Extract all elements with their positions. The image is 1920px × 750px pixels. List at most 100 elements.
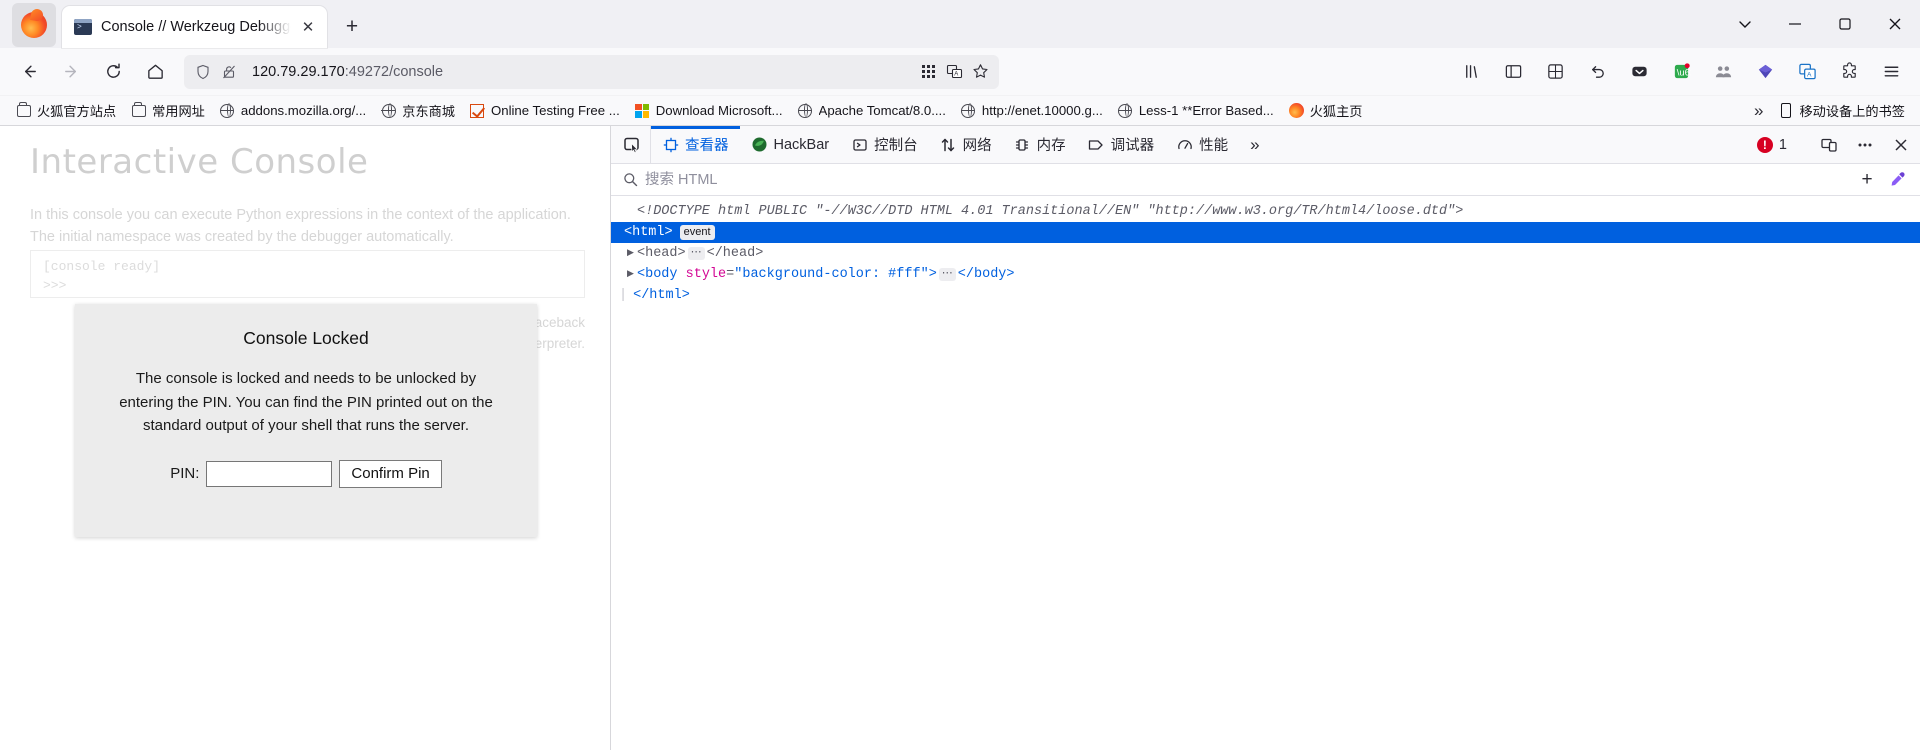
error-count-label: 1 [1778,136,1787,153]
close-window-button[interactable] [1870,0,1920,48]
console-ready-text: [console ready] [43,259,161,274]
tab-hackbar[interactable]: HackBar [740,126,841,163]
svg-text:\u6293: \u6293 [1676,67,1690,78]
markup-line-doctype[interactable]: <!DOCTYPE html PUBLIC "-//W3C//DTD HTML … [611,201,1920,222]
bookmark-label: 京东商城 [402,104,455,119]
bookmark-item[interactable]: http://enet.10000.g... [953,100,1110,121]
bookmark-label: http://enet.10000.g... [981,103,1103,118]
globe-icon [219,102,236,119]
checkbox-icon [469,102,486,119]
browser-tab[interactable]: Console // Werkzeug Debugger ✕ [62,6,327,48]
bookmark-item[interactable]: 火狐官方站点 [8,99,123,122]
page-title: Interactive Console [30,142,369,182]
element-picker-icon[interactable] [613,126,651,163]
expand-twisty-icon[interactable]: ▶ [624,243,637,264]
collapsed-children-icon[interactable]: ⋯ [687,247,705,260]
devtools-more-tabs-button[interactable]: » [1239,126,1270,163]
eyedropper-icon[interactable] [1882,171,1912,188]
body-style-attr-name[interactable]: style [686,264,727,285]
inspector-icon [662,136,679,153]
tab-performance[interactable]: 性能 [1165,126,1239,163]
devtools-toolbar: 查看器 HackBar 控制台 网络 内存 调试器 性能 » ! 1 [611,126,1920,164]
grab-icon[interactable]: \u6293 [1663,55,1699,89]
search-icon [619,172,641,187]
page-intro-text: In this console you can execute Python e… [30,207,571,245]
more-options-icon[interactable] [1848,126,1882,164]
mobile-bookmarks-label: 移动设备上的书签 [1799,104,1906,119]
hamburger-menu-icon[interactable] [1873,55,1909,89]
library-icon[interactable] [1453,55,1489,89]
gem-icon[interactable] [1747,55,1783,89]
markup-line-html[interactable]: <html> event [611,222,1920,243]
tab-inspector[interactable]: 查看器 [651,126,740,163]
responsive-design-mode-icon[interactable] [1812,126,1846,164]
chevron-double-right-icon: » [1754,100,1764,120]
expand-twisty-icon[interactable]: ▶ [624,264,637,285]
event-badge[interactable]: event [679,225,715,240]
search-html-input[interactable] [641,170,1852,189]
markup-view: <!DOCTYPE html PUBLIC "-//W3C//DTD HTML … [611,196,1920,750]
shield-icon[interactable] [190,59,216,85]
bookmark-label: 常用网址 [152,104,205,119]
tab-close-icon[interactable]: ✕ [297,16,319,38]
tab-debugger-label: 调试器 [1110,138,1155,154]
body-style-attr-value[interactable]: "background-color: #fff" [734,264,928,285]
debugger-icon [1088,136,1105,153]
url-bar-actions: A [915,59,993,85]
forward-button[interactable] [53,55,89,89]
container-icon[interactable] [1537,55,1573,89]
collapsed-children-icon[interactable]: ⋯ [938,268,956,281]
markup-line-head[interactable]: ▶ <head> ⋯ </head> [611,243,1920,264]
star-icon[interactable] [967,59,993,85]
people-icon[interactable] [1705,55,1741,89]
tab-memory[interactable]: 内存 [1003,126,1077,163]
bookmark-item[interactable]: 常用网址 [123,99,212,122]
markup-line-body[interactable]: ▶ <body style = "background-color: #fff"… [611,264,1920,285]
console-output-box[interactable]: [console ready] >>> [30,250,585,298]
window-controls [1720,0,1920,48]
devtools-panel: 查看器 HackBar 控制台 网络 内存 调试器 性能 » ! 1 搜索 HT… [611,126,1920,750]
confirm-pin-button[interactable]: Confirm Pin [339,459,442,488]
list-all-tabs-icon[interactable] [1720,0,1770,48]
globe-icon [1117,102,1134,119]
bookmark-item[interactable]: Less-1 **Error Based... [1110,100,1281,121]
translate-alt-icon[interactable]: A [1789,55,1825,89]
extensions-icon[interactable] [1831,55,1867,89]
tab-hackbar-label: HackBar [773,136,830,153]
bookmark-item[interactable]: 京东商城 [373,99,462,122]
tab-network[interactable]: 网络 [929,126,1003,163]
markup-search-bar: + [611,164,1920,196]
error-count-badge[interactable]: ! 1 [1751,136,1799,153]
markup-line-html-close[interactable]: | </html> [611,285,1920,306]
bookmark-item[interactable]: Online Testing Free ... [462,100,627,121]
pocket-icon[interactable] [1621,55,1657,89]
qr-icon[interactable] [915,59,941,85]
translate-icon[interactable]: A [941,59,967,85]
bookmarks-overflow-button[interactable]: » [1747,99,1770,123]
url-bar[interactable]: 120.79.29.170:49272/console A [184,54,999,89]
folder-icon [15,102,32,119]
minimize-button[interactable] [1770,0,1820,48]
maximize-button[interactable] [1820,0,1870,48]
new-tab-button[interactable]: + [335,10,369,44]
reload-button[interactable] [95,55,131,89]
head-open-tag: <head> [637,246,686,261]
pin-input[interactable] [206,460,333,487]
add-new-node-button[interactable]: + [1852,169,1882,191]
sidebar-icon[interactable] [1495,55,1531,89]
bookmark-item[interactable]: 火狐主页 [1281,99,1370,122]
doctype-text: <!DOCTYPE html PUBLIC "-//W3C//DTD HTML … [637,204,1464,219]
close-devtools-icon[interactable] [1884,126,1918,164]
lock-broken-icon[interactable] [216,59,242,85]
bookmark-item[interactable]: Download Microsoft... [627,100,790,121]
bookmark-item[interactable]: addons.mozilla.org/... [212,100,373,121]
tab-console[interactable]: 控制台 [840,126,929,163]
firefox-logo-button[interactable] [12,3,56,47]
tab-debugger[interactable]: 调试器 [1077,126,1166,163]
url-text[interactable]: 120.79.29.170:49272/console [242,64,915,80]
back-button[interactable] [11,55,47,89]
bookmark-item[interactable]: Apache Tomcat/8.0.... [790,100,953,121]
mobile-bookmarks-folder[interactable]: 移动设备上的书签 [1771,99,1913,122]
home-button[interactable] [137,55,173,89]
undo-icon[interactable] [1579,55,1615,89]
